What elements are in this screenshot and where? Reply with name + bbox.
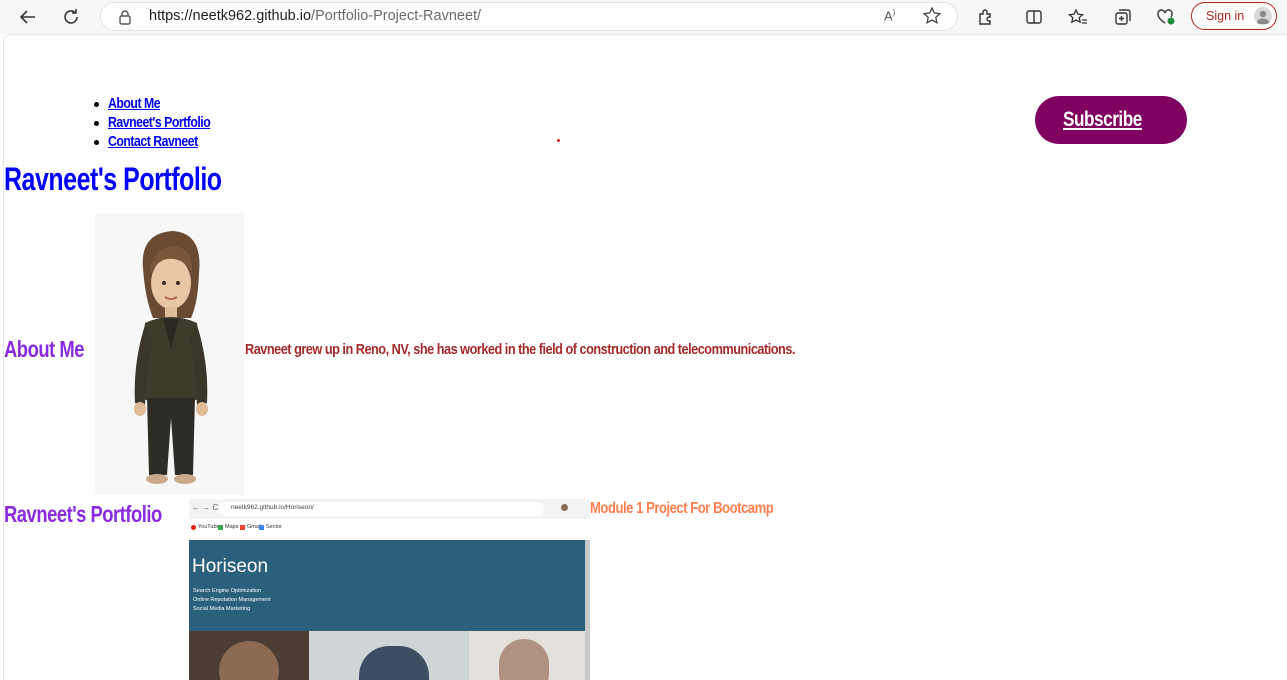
horiseon-menu-orm: Online Reputation Management [193, 597, 271, 603]
horiseon-hero-image [189, 631, 585, 680]
url-path: /Portfolio-Project-Ravneet/ [311, 8, 482, 24]
split-screen-icon[interactable] [1021, 5, 1047, 29]
read-aloud-icon[interactable]: A) [884, 8, 895, 23]
project-screenshot[interactable]: ← → C neetk962.github.io/Horiseon/ YouTu… [189, 499, 590, 680]
about-heading: About Me [4, 336, 84, 362]
screenshot-url: neetk962.github.io/Horiseon/ [231, 504, 314, 511]
screenshot-address-bar: neetk962.github.io/Horiseon/ [219, 502, 544, 516]
about-text: Ravneet grew up in Reno, NV, she has wor… [245, 341, 795, 358]
url-text[interactable]: https://neetk962.github.io/Portfolio-Pro… [149, 8, 481, 24]
youtube-icon [191, 525, 196, 530]
nav-item-contact: Contact Ravneet [94, 132, 233, 151]
subscribe-button[interactable]: Subscribe [1035, 96, 1187, 144]
nav-link-portfolio[interactable]: Ravneet's Portfolio [108, 113, 211, 132]
subscribe-label: Subscribe [1062, 108, 1142, 131]
screenshot-browser-bar: ← → C neetk962.github.io/Horiseon/ [189, 499, 590, 519]
refresh-icon[interactable] [58, 5, 84, 29]
bookmark-youtube: YouTube [198, 524, 220, 530]
address-bar[interactable]: https://neetk962.github.io/Portfolio-Pro… [100, 2, 958, 31]
nav-item-about: About Me [94, 94, 233, 113]
favorite-star-icon[interactable] [922, 6, 942, 31]
sign-in-button[interactable]: Sign in [1191, 2, 1277, 30]
lock-icon[interactable] [118, 9, 132, 30]
bookmark-sector: Sector [266, 524, 282, 530]
browser-essentials-icon[interactable] [1153, 5, 1179, 29]
portfolio-heading: Ravneet's Portfolio [4, 501, 162, 527]
project-link[interactable]: Module 1 Project For Bootcamp [590, 500, 774, 518]
bookmark-maps: Maps [225, 524, 239, 530]
screenshot-profile-icon [561, 504, 568, 511]
nav-item-portfolio: Ravneet's Portfolio [94, 113, 233, 132]
back-icon[interactable] [15, 5, 41, 29]
maps-icon [218, 525, 223, 530]
sector-icon [259, 525, 264, 530]
screenshot-scrollbar [585, 540, 590, 680]
nav-link-about[interactable]: About Me [108, 94, 161, 113]
main-nav: About Me Ravneet's Portfolio Contact Rav… [94, 94, 233, 151]
horiseon-menu-seo: Search Engine Optimization [193, 588, 262, 594]
avatar-image [95, 213, 244, 495]
url-host: https://neetk962.github.io [149, 8, 312, 24]
collections-icon[interactable] [1110, 5, 1136, 29]
page-viewport: About Me Ravneet's Portfolio Contact Rav… [3, 34, 1287, 680]
horiseon-brand: Horiseon [192, 556, 269, 577]
horiseon-menu-smm: Social Media Marketing [193, 606, 251, 612]
extensions-icon[interactable] [973, 5, 999, 29]
horiseon-header: Horiseon Search Engine Optimization Onli… [189, 540, 585, 631]
browser-toolbar: https://neetk962.github.io/Portfolio-Pro… [0, 0, 1287, 34]
page-title: Ravneet's Portfolio [4, 161, 222, 197]
screenshot-bookmarks-bar: YouTube Maps Gmail Sector [189, 519, 590, 535]
nav-link-contact[interactable]: Contact Ravneet [108, 132, 198, 151]
screenshot-nav-icon: ← → C [192, 503, 219, 512]
favorites-icon[interactable] [1065, 5, 1091, 29]
sign-in-label: Sign in [1206, 9, 1245, 23]
decorative-dot [557, 139, 560, 142]
profile-avatar-icon [1254, 7, 1272, 25]
gmail-icon [240, 525, 245, 530]
